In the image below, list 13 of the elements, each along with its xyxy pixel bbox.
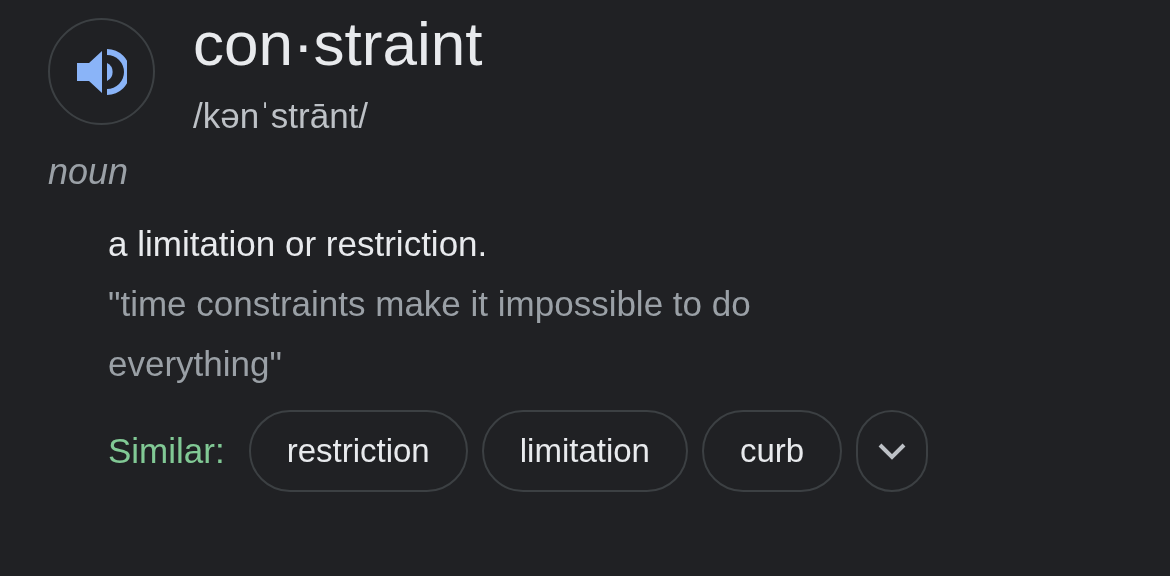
headword: con·straint [193,8,483,80]
expand-button[interactable] [856,410,928,492]
speaker-icon [76,48,127,95]
synonym-chip[interactable]: curb [701,410,843,492]
synonym-chip[interactable]: limitation [481,410,688,492]
example-sentence: "time constraints make it impossible to do everything" [108,283,752,385]
synonym-chip[interactable]: restriction [248,410,468,492]
definition: a limitation or restriction. [108,223,488,265]
part-of-speech: noun [48,151,129,192]
chevron-down-icon [877,442,908,460]
similar-label: Similar: [108,429,225,472]
pronunciation: /kənˈstrānt/ [193,95,369,137]
speaker-button[interactable] [48,18,155,125]
